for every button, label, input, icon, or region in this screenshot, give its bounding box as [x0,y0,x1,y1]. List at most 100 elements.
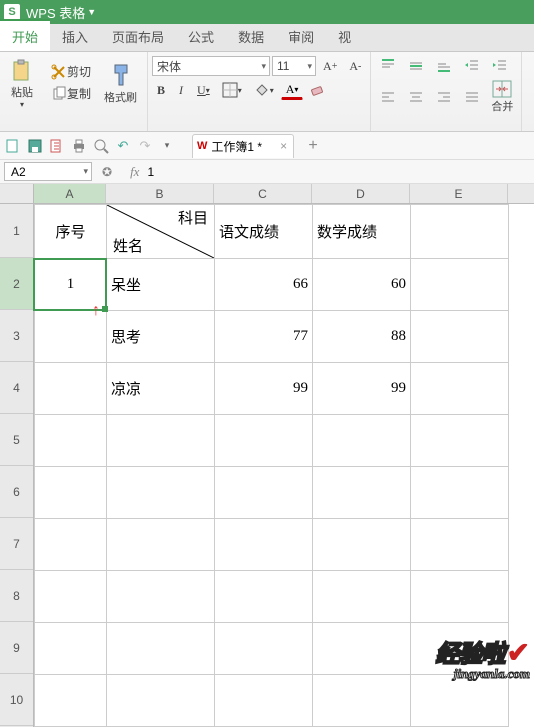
underline-button[interactable]: U▾ [192,80,215,100]
cell-b1[interactable]: 科目 姓名 [107,205,215,259]
col-header-d[interactable]: D [312,184,410,203]
export-button[interactable] [48,137,66,155]
cell-d5[interactable] [313,415,411,467]
cell-e7[interactable] [411,519,509,571]
cell-e8[interactable] [411,571,509,623]
cell-a4[interactable] [35,363,107,415]
cell-a7[interactable] [35,519,107,571]
font-size-select[interactable]: 11 [272,56,316,76]
cell-b10[interactable] [107,675,215,727]
qat-more-button[interactable]: ▾ [158,137,176,155]
cell-e2[interactable] [411,259,509,311]
col-header-e[interactable]: E [410,184,508,203]
copy-button[interactable]: 复制 [46,84,96,104]
cell-b5[interactable] [107,415,215,467]
cell-b2[interactable]: 呆坐 [107,259,215,311]
cell-b4[interactable]: 凉凉 [107,363,215,415]
tab-insert[interactable]: 插入 [50,21,100,51]
cell-b7[interactable] [107,519,215,571]
row-header-6[interactable]: 6 [0,466,33,518]
cell-d7[interactable] [313,519,411,571]
cell-c10[interactable] [215,675,313,727]
align-right-button[interactable] [431,87,457,107]
cell-d8[interactable] [313,571,411,623]
cell-a2[interactable]: 1 [35,259,107,311]
print-button[interactable] [70,137,88,155]
clear-format-button[interactable] [305,80,331,100]
cell-d9[interactable] [313,623,411,675]
cell-a10[interactable] [35,675,107,727]
cell-e3[interactable] [411,311,509,363]
cell-c3[interactable]: 77 [215,311,313,363]
cell-c5[interactable] [215,415,313,467]
border-button[interactable]: ▾ [217,80,247,100]
fill-color-button[interactable]: ▾ [249,80,279,100]
cell-d1[interactable]: 数学成绩 [313,205,411,259]
save-button[interactable] [26,137,44,155]
decrease-font-button[interactable]: A- [344,56,366,76]
align-top-button[interactable] [375,56,401,76]
decrease-indent-button[interactable] [459,56,485,76]
print-preview-button[interactable] [92,137,110,155]
row-header-5[interactable]: 5 [0,414,33,466]
increase-font-button[interactable]: A+ [318,56,342,76]
bold-button[interactable]: B [152,80,170,100]
formula-input[interactable]: 1 [147,165,154,179]
row-header-10[interactable]: 10 [0,674,33,726]
font-select[interactable]: 宋体 [152,56,270,76]
align-middle-button[interactable] [403,56,429,76]
increase-indent-button[interactable] [487,56,513,76]
format-painter-button[interactable]: 格式刷 [98,61,143,105]
cell-e10[interactable] [411,675,509,727]
cell-c4[interactable]: 99 [215,363,313,415]
row-header-9[interactable]: 9 [0,622,33,674]
col-header-a[interactable]: A [34,184,106,203]
italic-button[interactable]: I [172,80,190,100]
app-menu-dropdown-icon[interactable]: ▼ [87,7,96,17]
merge-cells-button[interactable]: 合并 [487,80,517,114]
cell-e4[interactable] [411,363,509,415]
cell-c2[interactable]: 66 [215,259,313,311]
select-all-corner[interactable] [0,184,34,203]
row-header-7[interactable]: 7 [0,518,33,570]
cell-b9[interactable] [107,623,215,675]
cell-e6[interactable] [411,467,509,519]
tab-data[interactable]: 数据 [226,21,276,51]
align-center-button[interactable] [403,87,429,107]
cell-a1[interactable]: 序号 [35,205,107,259]
cell-a6[interactable] [35,467,107,519]
col-header-b[interactable]: B [106,184,214,203]
tab-layout[interactable]: 页面布局 [100,21,176,51]
fx-help-button[interactable]: ✪ [102,165,112,179]
cell-c8[interactable] [215,571,313,623]
cell-e1[interactable] [411,205,509,259]
tab-formula[interactable]: 公式 [176,21,226,51]
name-box[interactable]: A2 [4,162,92,181]
cell-c6[interactable] [215,467,313,519]
row-header-1[interactable]: 1 [0,204,33,258]
redo-button[interactable]: ↷ [136,137,154,155]
tab-start[interactable]: 开始 [0,19,50,51]
row-header-3[interactable]: 3 [0,310,33,362]
font-color-button[interactable]: A▾ [281,80,304,100]
row-header-4[interactable]: 4 [0,362,33,414]
cell-e5[interactable] [411,415,509,467]
align-left-button[interactable] [375,87,401,107]
cut-button[interactable]: 剪切 [46,62,96,82]
cell-d10[interactable] [313,675,411,727]
paste-button[interactable]: 粘贴▾ [4,56,40,109]
col-header-c[interactable]: C [214,184,312,203]
cell-a3[interactable] [35,311,107,363]
row-header-2[interactable]: 2 [0,258,33,310]
cell-d4[interactable]: 99 [313,363,411,415]
tab-review[interactable]: 审阅 [276,21,326,51]
new-doc-button[interactable] [4,137,22,155]
document-tab[interactable]: W 工作簿1 * × [192,134,294,158]
undo-button[interactable]: ↶ [114,137,132,155]
justify-button[interactable] [459,87,485,107]
cell-a5[interactable] [35,415,107,467]
row-header-8[interactable]: 8 [0,570,33,622]
cell-b3[interactable]: 思考 [107,311,215,363]
cell-b6[interactable] [107,467,215,519]
cell-c7[interactable] [215,519,313,571]
